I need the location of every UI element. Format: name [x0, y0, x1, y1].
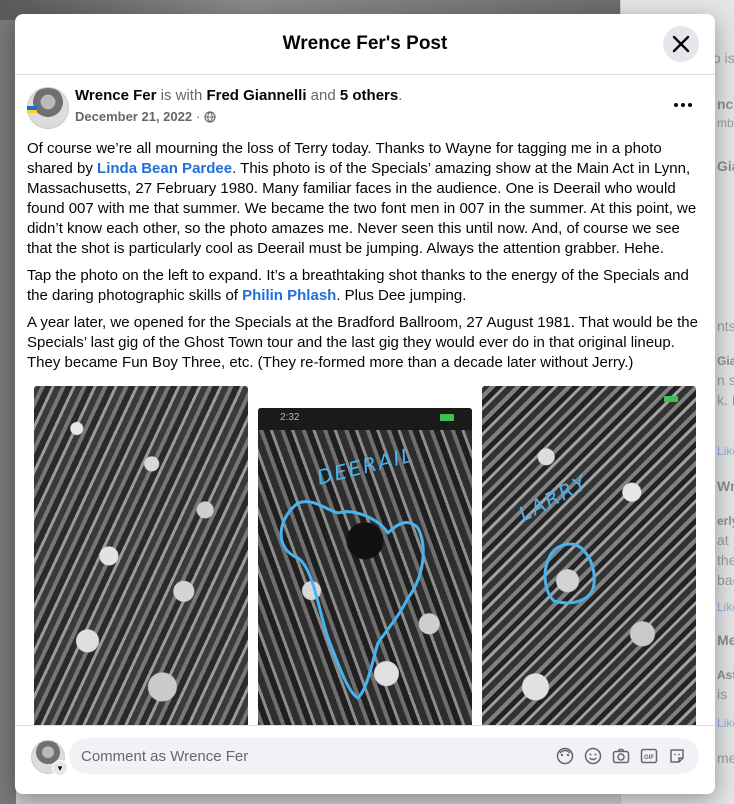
ukraine-flag-icon	[27, 106, 37, 113]
post-text: Of course we’re all mourning the loss of…	[15, 139, 715, 373]
camera-icon[interactable]	[611, 746, 631, 766]
bg-fragment: me	[717, 750, 734, 766]
more-options-button[interactable]	[667, 93, 699, 117]
paragraph-2-text-b: . Plus Dee jumping.	[336, 287, 467, 304]
photo-grid: 2:32 DEERAIL LARRY	[15, 380, 715, 726]
paragraph-2: Tap the photo on the left to expand. It’…	[27, 266, 703, 306]
photo-larry-annotated[interactable]: LARRY	[482, 386, 696, 726]
post-scroll-area[interactable]: Wrence Fer is with Fred Giannelli and 5 …	[15, 75, 715, 726]
meta-separator: ·	[196, 109, 201, 124]
avatar-sticker-icon[interactable]	[555, 746, 575, 766]
bg-fragment: nce	[717, 96, 734, 112]
dot	[681, 103, 685, 107]
bg-fragment: k. I	[717, 392, 734, 408]
and-text: and	[310, 87, 336, 104]
bg-fragment: Me	[717, 632, 734, 648]
sticker-icon[interactable]	[667, 746, 687, 766]
background-overlay-left	[0, 0, 16, 804]
bg-fragment: mbe	[717, 116, 734, 130]
larry-outline-drawing	[543, 542, 596, 605]
bg-fragment: Gia	[717, 158, 734, 174]
photo-deerail-annotated[interactable]: 2:32 DEERAIL	[258, 408, 472, 726]
modal-title: Wrence Fer's Post	[282, 33, 448, 54]
bg-fragment: bac	[717, 572, 734, 588]
bg-fragment: is	[717, 686, 728, 702]
comment-bar: ▾ Comment as Wrence Fer GIF	[15, 725, 715, 794]
gif-icon[interactable]: GIF	[639, 746, 659, 766]
commenter-avatar[interactable]: ▾	[31, 740, 68, 776]
photo-crowd-1980[interactable]	[34, 386, 248, 726]
bg-fragment: Wre	[717, 478, 734, 494]
others-link[interactable]: 5 others	[340, 87, 398, 104]
bg-fragment: Like	[717, 600, 734, 614]
bg-fragment: n sc	[717, 372, 734, 388]
post-meta: December 21, 2022 ·	[75, 109, 217, 124]
post-header: Wrence Fer is with Fred Giannelli and 5 …	[15, 75, 715, 139]
globe-icon[interactable]	[204, 110, 217, 123]
author-line: Wrence Fer is with Fred Giannelli and 5 …	[75, 87, 402, 104]
post-date-link[interactable]: December 21, 2022	[75, 109, 192, 124]
paragraph-1: Of course we’re all mourning the loss of…	[27, 139, 703, 259]
bg-fragment: at	[717, 532, 729, 548]
bg-fragment: Ast	[717, 668, 734, 682]
bg-fragment: the	[717, 552, 734, 568]
linda-bean-pardee-link[interactable]: Linda Bean Pardee	[97, 160, 232, 177]
bg-fragment: Like	[717, 716, 734, 730]
is-with-text: is with	[160, 87, 203, 104]
author-name-link[interactable]: Wrence Fer	[75, 87, 156, 104]
post-modal: Wrence Fer's Post Wrence Fer is with Fre…	[15, 14, 715, 794]
bg-fragment: nts	[717, 318, 734, 334]
dot	[674, 103, 678, 107]
comment-placeholder: Comment as Wrence Fer	[81, 747, 249, 765]
comment-input[interactable]: Comment as Wrence Fer GIF	[69, 738, 699, 774]
bg-fragment: erly	[717, 514, 734, 528]
tagged-person-link[interactable]: Fred Giannelli	[206, 87, 306, 104]
bg-fragment: Like	[717, 444, 734, 458]
dot	[688, 103, 692, 107]
bg-fragment: o is	[713, 50, 734, 66]
close-icon	[672, 35, 690, 53]
paragraph-3: A year later, we opened for the Specials…	[27, 314, 698, 371]
comment-tools: GIF	[555, 746, 699, 766]
philin-phlash-link[interactable]: Philin Phlash	[242, 287, 336, 304]
modal-header: Wrence Fer's Post	[15, 14, 715, 75]
bg-fragment: Gia	[717, 354, 734, 368]
emoji-icon[interactable]	[583, 746, 603, 766]
svg-text:GIF: GIF	[644, 755, 654, 761]
chevron-down-icon[interactable]: ▾	[52, 760, 68, 776]
period-text: .	[398, 87, 403, 104]
close-button[interactable]	[663, 26, 699, 62]
